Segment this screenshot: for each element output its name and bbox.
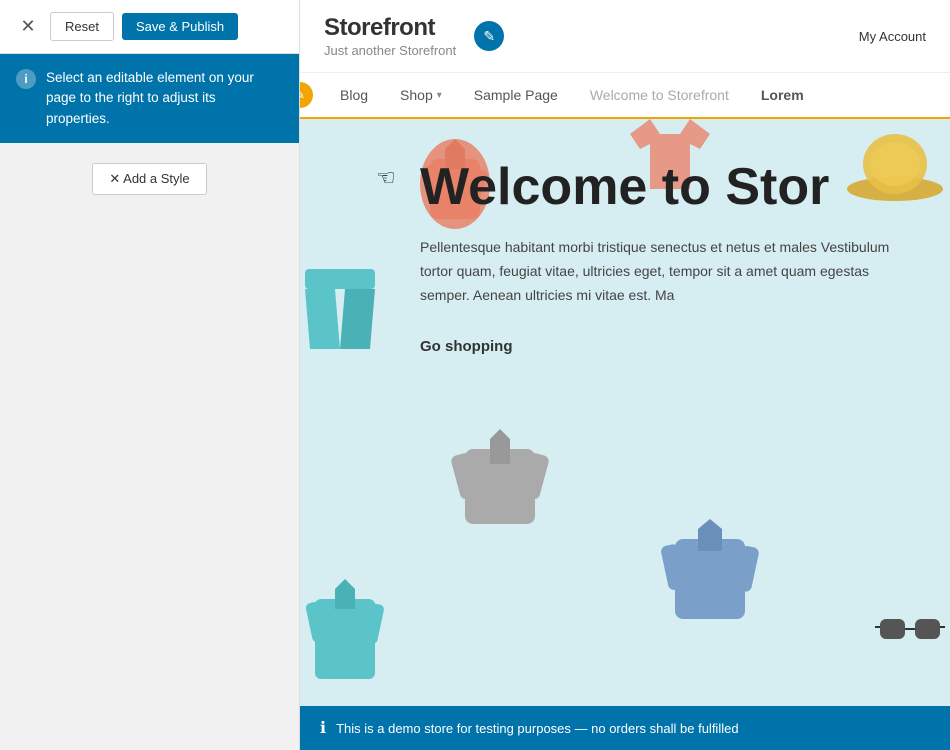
store-hero: Welcome to Stor Pellentesque habitant mo… (300, 119, 950, 706)
sidebar-toolbar: ✕ Reset Save & Publish (0, 0, 299, 54)
add-style-button[interactable]: ✕ Add a Style (92, 163, 206, 195)
jacket-illustration-2 (450, 429, 550, 539)
sidebar: ✕ Reset Save & Publish i Select an edita… (0, 0, 300, 750)
info-bar-icon: ℹ (320, 718, 326, 738)
jacket-illustration-3 (305, 579, 385, 699)
brand-row: Storefront Just another Storefront ✎ (324, 14, 504, 58)
nav-item-blog[interactable]: Blog (324, 73, 384, 117)
shop-dropdown-arrow: ▾ (437, 90, 442, 101)
jacket-illustration-4 (660, 519, 760, 639)
nav-item-lorem[interactable]: Lorem (745, 73, 820, 117)
main-area: Storefront Just another Storefront ✎ My … (300, 0, 950, 750)
app-wrapper: ✕ Reset Save & Publish i Select an edita… (0, 0, 950, 750)
hero-content: Welcome to Stor Pellentesque habitant mo… (300, 119, 950, 376)
sidebar-info-box: i Select an editable element on your pag… (0, 54, 299, 143)
bottom-bar-text: This is a demo store for testing purpose… (336, 721, 738, 736)
nav-item-sample-page[interactable]: Sample Page (458, 73, 574, 117)
close-button[interactable]: ✕ (14, 13, 42, 41)
store-brand: Storefront Just another Storefront (324, 14, 456, 58)
brand-edit-icon[interactable]: ✎ (474, 21, 504, 51)
nav-item-welcome[interactable]: Welcome to Storefront (574, 73, 745, 117)
store-header-right: My Account (859, 29, 926, 44)
hero-body-text: Pellentesque habitant morbi tristique se… (420, 236, 890, 307)
store-title: Storefront (324, 14, 456, 42)
info-icon: i (16, 69, 36, 89)
go-shopping-button[interactable]: Go shopping (420, 338, 512, 355)
my-account-link[interactable]: My Account (859, 29, 926, 44)
sunglasses-illustration (875, 609, 945, 659)
sidebar-info-text: Select an editable element on your page … (46, 68, 283, 129)
sidebar-body: ✕ Add a Style (0, 143, 299, 750)
hero-title: Welcome to Stor (420, 159, 890, 216)
save-publish-button[interactable]: Save & Publish (122, 13, 238, 40)
reset-button[interactable]: Reset (50, 12, 114, 41)
store-tagline: Just another Storefront (324, 43, 456, 58)
nav-item-shop[interactable]: Shop ▾ (384, 73, 458, 117)
nav-edit-icon[interactable]: ✎ (300, 82, 313, 108)
store-header: Storefront Just another Storefront ✎ My … (300, 0, 950, 73)
store-bottom-bar: ℹ This is a demo store for testing purpo… (300, 706, 950, 750)
store-nav: ✎ Blog Shop ▾ Sample Page Welcome to Sto… (300, 73, 950, 119)
